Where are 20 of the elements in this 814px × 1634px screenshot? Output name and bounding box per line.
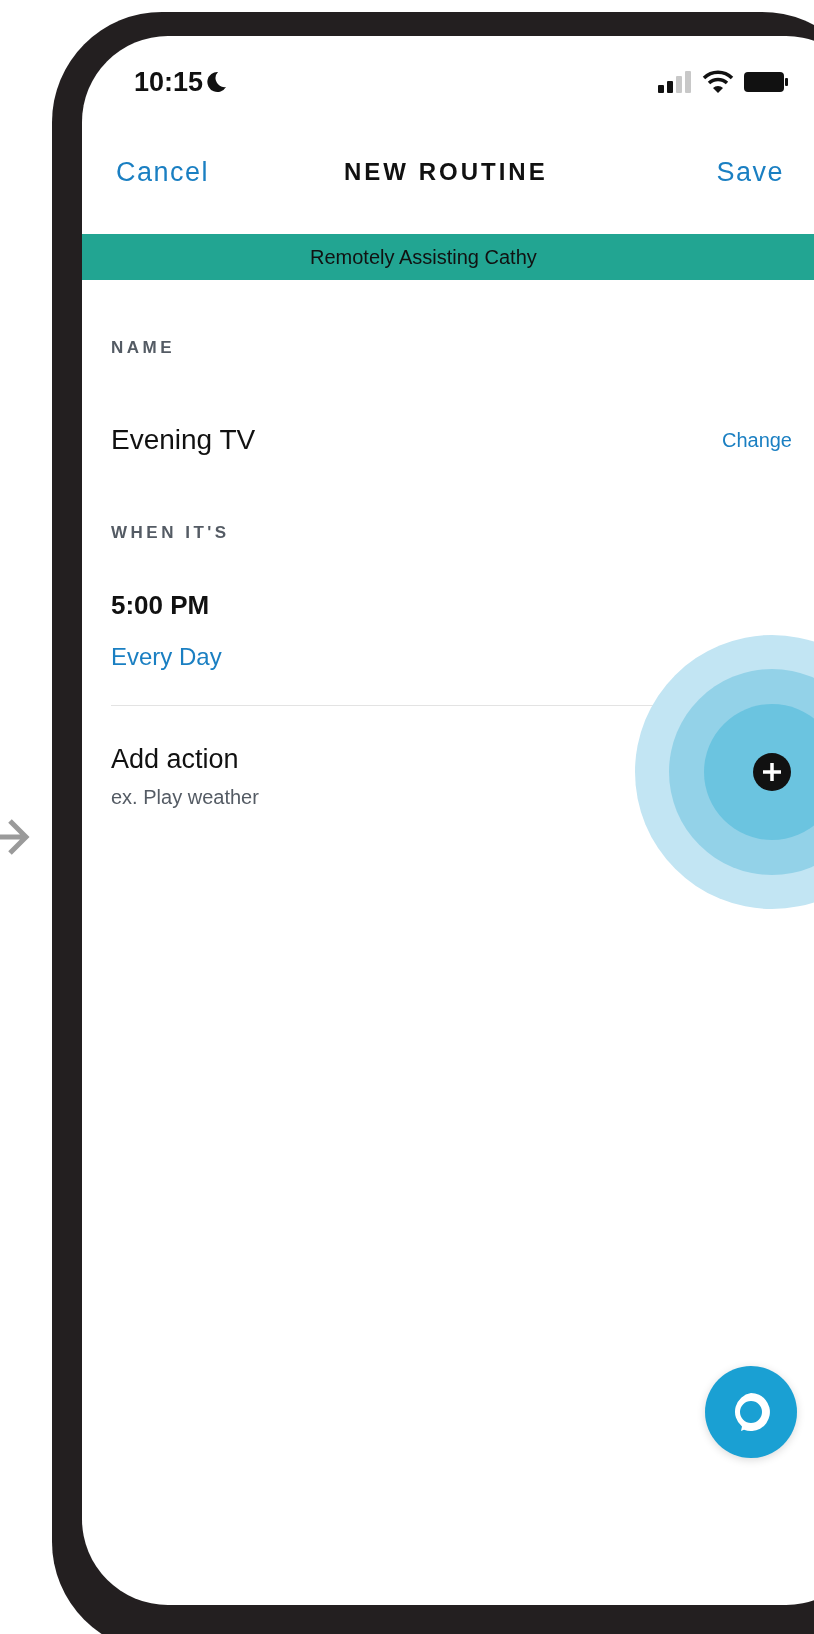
moon-icon — [207, 71, 228, 93]
assistant-button[interactable] — [705, 1366, 797, 1458]
add-action-title: Add action — [111, 742, 239, 776]
change-link[interactable]: Change — [721, 428, 792, 452]
wifi-icon — [702, 70, 734, 94]
save-button[interactable]: Save — [716, 156, 784, 188]
add-button[interactable] — [753, 753, 791, 791]
plus-icon — [761, 761, 783, 783]
section-label: WHEN IT'S — [111, 522, 231, 544]
section-label: NAME — [111, 337, 177, 359]
recurrence-link[interactable]: Every Day — [111, 637, 222, 677]
routine-name: Evening TV — [111, 424, 256, 456]
cancel-button[interactable]: Cancel — [116, 156, 210, 188]
page-title: NEW ROUTINE — [344, 158, 548, 186]
signal-icon — [658, 71, 692, 93]
add-action-hint: ex. Play weather — [111, 785, 259, 809]
battery-icon — [744, 71, 788, 93]
status-time: 10:15 — [134, 66, 204, 98]
trigger-time: 5:00 PM — [111, 588, 211, 622]
assist-banner: Remotely Assisting Cathy — [82, 234, 814, 280]
